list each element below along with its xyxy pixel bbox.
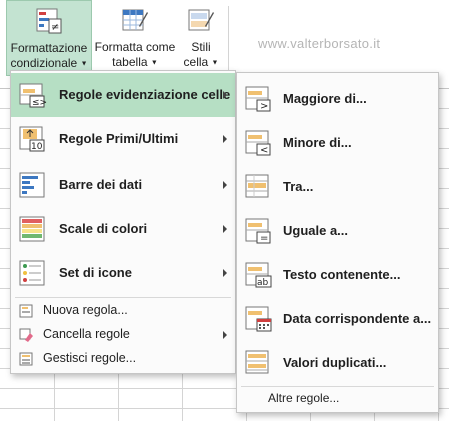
new-rule-icon [19,304,33,318]
ribbon-divider [228,6,229,76]
menu-item-icon-sets[interactable]: Set di icone [11,251,235,295]
conditional-formatting-menu: ≤> Regole evidenziazione celle 10 Regole… [10,70,236,374]
menu-item-label: Set di icone [59,265,132,280]
submenu-arrow-icon [223,135,227,143]
submenu-item-label: Altre regole... [268,391,340,405]
svg-text:=: = [260,233,268,244]
conditional-formatting-button[interactable]: ≠ Formattazione condizionale ▼ [6,0,92,76]
duplicate-values-icon [245,350,269,374]
submenu-item-equal-to[interactable]: = Uguale a... [237,209,438,253]
table-style-icon [122,9,148,31]
menu-item-label: Gestisci regole... [43,351,137,365]
submenu-item-more-rules[interactable]: Altre regole... [237,388,438,410]
menu-item-manage-rules[interactable]: Gestisci regole... [11,347,235,371]
manage-rules-icon [19,352,33,366]
submenu-item-label: Uguale a... [283,223,349,238]
format-as-table-label-line2: tabella [112,55,148,69]
cell-styles-icon [188,9,214,31]
cell-styles-label-line1: Stili [191,40,211,54]
submenu-item-text-contains[interactable]: ab Testo contenente... [237,253,438,297]
eraser-icon [19,328,33,342]
chevron-down-icon: ▼ [211,59,219,67]
calendar-icon [245,306,272,332]
menu-item-label: Nuova regola... [43,303,128,317]
submenu-arrow-icon [223,91,227,99]
submenu-item-less-than[interactable]: < Minore di... [237,121,438,165]
submenu-item-label: Valori duplicati... [283,355,387,370]
svg-text:<: < [260,145,268,156]
menu-item-highlight-cell-rules[interactable]: ≤> Regole evidenziazione celle [11,73,235,117]
menu-item-color-scales[interactable]: Scale di colori [11,207,235,251]
submenu-arrow-icon [223,269,227,277]
svg-text:≠: ≠ [51,22,59,33]
menu-item-label: Scale di colori [59,221,148,236]
data-bars-icon [19,172,45,198]
chevron-down-icon: ▼ [80,60,88,68]
equal-to-icon: = [245,218,271,244]
format-as-table-button[interactable]: Formatta come tabella ▼ [92,0,178,76]
menu-separator [15,297,231,298]
format-as-table-label-line1: Formatta come [94,40,176,54]
greater-than-icon: > [245,86,271,112]
menu-item-clear-rules[interactable]: Cancella regole [11,323,235,347]
submenu-item-between[interactable]: Tra... [237,165,438,209]
chevron-down-icon: ▼ [150,59,158,67]
menu-item-label: Regole Primi/Ultimi [59,131,179,146]
submenu-item-label: Maggiore di... [283,91,367,106]
menu-item-label: Regole evidenziazione celle [59,87,231,102]
submenu-item-duplicate-values[interactable]: Valori duplicati... [237,341,438,385]
conditional-formatting-icon: ≠ [36,8,62,34]
top-bottom-rules-icon: 10 [19,126,45,152]
menu-item-label: Barre dei dati [59,177,143,192]
submenu-arrow-icon [223,225,227,233]
svg-text:10: 10 [31,142,43,152]
svg-text:≤>: ≤> [32,98,47,108]
watermark-text: www.valterborsato.it [258,36,381,51]
svg-text:>: > [260,101,268,112]
cell-styles-label-line2: cella [183,55,209,69]
less-than-icon: < [245,130,271,156]
icon-sets-icon [19,260,45,286]
menu-item-top-bottom-rules[interactable]: 10 Regole Primi/Ultimi [11,117,235,161]
cell-styles-button[interactable]: Stili cella ▼ [178,0,224,76]
submenu-item-date-occurring[interactable]: Data corrispondente a... [237,297,438,341]
submenu-item-label: Testo contenente... [283,267,401,282]
submenu-item-greater-than[interactable]: > Maggiore di... [237,77,438,121]
highlight-cell-rules-submenu: > Maggiore di... < Minore di... Tra... =… [236,72,439,413]
menu-item-new-rule[interactable]: Nuova regola... [11,299,235,323]
submenu-arrow-icon [223,181,227,189]
submenu-item-label: Tra... [283,179,314,194]
color-scales-icon [19,216,45,242]
conditional-formatting-label-line2: condizionale [10,56,78,70]
between-icon [245,174,269,198]
menu-separator [241,386,434,387]
menu-item-label: Cancella regole [43,327,130,341]
submenu-arrow-icon [223,331,227,339]
text-contains-icon: ab [245,262,272,288]
highlight-cells-rules-icon: ≤> [19,83,47,108]
svg-text:ab: ab [257,278,269,288]
submenu-item-label: Minore di... [283,135,352,150]
submenu-item-label: Data corrispondente a... [283,311,432,326]
conditional-formatting-label-line1: Formattazione [10,41,88,55]
menu-item-data-bars[interactable]: Barre dei dati [11,163,235,207]
